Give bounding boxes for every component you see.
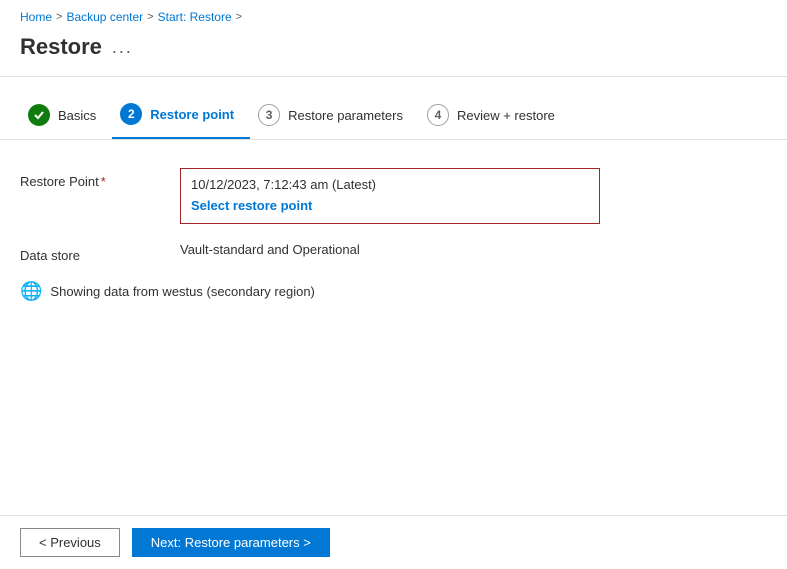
step-basics-label: Basics — [58, 108, 96, 123]
step-restore-params[interactable]: 3 Restore parameters — [250, 94, 419, 138]
breadcrumb-start-restore[interactable]: Start: Restore — [158, 10, 232, 24]
step-params-label: Restore parameters — [288, 108, 403, 123]
step-restore-label: Restore point — [150, 107, 234, 122]
wizard-steps: Basics 2 Restore point 3 Restore paramet… — [0, 77, 787, 140]
check-icon — [33, 109, 45, 121]
region-info-row: 🌐 Showing data from westus (secondary re… — [20, 281, 767, 302]
breadcrumb-sep-3: > — [236, 11, 242, 23]
previous-button[interactable]: < Previous — [20, 528, 120, 557]
step-basics-circle — [28, 104, 50, 126]
step-review-circle: 4 — [427, 104, 449, 126]
data-store-row: Data store Vault-standard and Operationa… — [20, 242, 767, 263]
breadcrumb-sep-2: > — [147, 11, 153, 23]
required-star: * — [101, 174, 106, 189]
region-info-text: Showing data from westus (secondary regi… — [50, 284, 314, 299]
restore-point-date: 10/12/2023, 7:12:43 am (Latest) — [191, 177, 589, 192]
select-restore-point-link[interactable]: Select restore point — [191, 198, 312, 213]
globe-icon: 🌐 — [20, 281, 42, 302]
footer-bar: < Previous Next: Restore parameters > — [0, 515, 787, 569]
step-restore-point[interactable]: 2 Restore point — [112, 93, 250, 139]
data-store-value: Vault-standard and Operational — [180, 242, 767, 257]
next-button[interactable]: Next: Restore parameters > — [132, 528, 330, 557]
page-header: Restore ... — [0, 30, 787, 76]
breadcrumb-home[interactable]: Home — [20, 10, 52, 24]
ellipsis-icon[interactable]: ... — [112, 37, 133, 58]
restore-point-value: 10/12/2023, 7:12:43 am (Latest) Select r… — [180, 168, 767, 224]
data-store-label: Data store — [20, 242, 180, 263]
page-title: Restore — [20, 34, 102, 60]
breadcrumb-backup-center[interactable]: Backup center — [66, 10, 143, 24]
restore-point-label: Restore Point* — [20, 168, 180, 189]
step-restore-circle: 2 — [120, 103, 142, 125]
restore-point-row: Restore Point* 10/12/2023, 7:12:43 am (L… — [20, 168, 767, 224]
restore-point-box: 10/12/2023, 7:12:43 am (Latest) Select r… — [180, 168, 600, 224]
step-review-restore[interactable]: 4 Review + restore — [419, 94, 571, 138]
step-review-label: Review + restore — [457, 108, 555, 123]
breadcrumb-sep-1: > — [56, 11, 62, 23]
content-area: Restore Point* 10/12/2023, 7:12:43 am (L… — [0, 140, 787, 322]
data-store-text: Vault-standard and Operational — [180, 236, 360, 257]
breadcrumb: Home > Backup center > Start: Restore > — [0, 0, 787, 30]
step-params-circle: 3 — [258, 104, 280, 126]
step-basics[interactable]: Basics — [20, 94, 112, 138]
